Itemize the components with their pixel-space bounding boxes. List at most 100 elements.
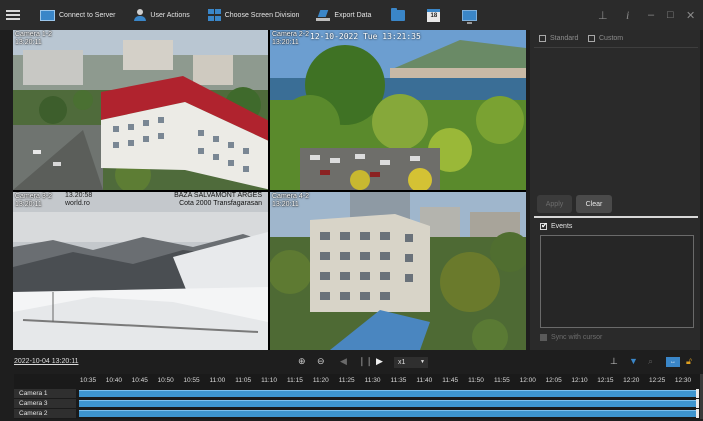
right-panel: Standard Custom Apply Clear Events Sync … <box>530 30 700 350</box>
timeline-tick-label: 11:45 <box>442 377 459 384</box>
pin-button[interactable]: ⊥ <box>598 0 608 30</box>
export-data-button[interactable]: Export Data <box>316 0 371 30</box>
fit-timeline-button[interactable]: ↔ <box>666 357 680 367</box>
pin-icon: ⊥ <box>598 9 608 22</box>
camera-2-view[interactable]: 12-10-2022 Tue 13:21:35 Camera 2-2 13:20… <box>270 30 526 190</box>
sync-checkbox-box <box>540 334 547 341</box>
camera-3-overlay-title: BAZA SALVAMONT ARGES <box>174 192 262 199</box>
track-recording-bar[interactable] <box>79 400 696 407</box>
grid-layout-icon <box>207 9 221 21</box>
camera-4-label: Camera 4-2 13:20:11 <box>272 193 309 209</box>
track-row-camera-3[interactable]: Camera 3 <box>14 399 700 408</box>
camera-3-image <box>13 192 268 350</box>
custom-checkbox-box <box>588 35 595 42</box>
user-actions-button[interactable]: User Actions <box>134 0 190 30</box>
open-folder-button[interactable] <box>391 0 406 30</box>
track-recording-bar[interactable] <box>79 410 696 417</box>
events-checkbox[interactable]: Events <box>540 221 572 230</box>
pause-button[interactable]: ❙❙ <box>358 356 373 367</box>
timeline-tick-label: 11:25 <box>338 377 355 384</box>
timeline-tick-label: 10:55 <box>183 377 200 384</box>
track-row-camera-2[interactable]: Camera 2 <box>14 409 700 418</box>
sync-label: Sync with cursor <box>551 334 603 341</box>
user-actions-label: User Actions <box>150 11 190 19</box>
camera-4-name: Camera 4-2 <box>272 193 309 200</box>
play-button[interactable]: ▶ <box>376 356 383 367</box>
timeline-tick-label: 10:35 <box>79 377 97 384</box>
export-icon <box>316 10 331 21</box>
step-back-button[interactable]: ◀ <box>340 356 347 367</box>
zoom-out-icon: ⊖ <box>317 356 325 366</box>
pin-icon: ⊥ <box>610 356 618 366</box>
info-icon: i <box>626 7 630 22</box>
timeline-tick-label: 12:00 <box>519 377 536 384</box>
track-name: Camera 3 <box>14 399 76 408</box>
timeline-pin-button[interactable]: ⊥ <box>610 356 618 367</box>
events-list[interactable] <box>540 235 694 328</box>
playback-bar: 2022-10-04 13:20:11 ⊕ ⊖ ◀ ❙❙ ▶ x1 ⊥ ▼ ⌕ … <box>0 352 703 372</box>
camera-2-name: Camera 2-2 <box>272 31 309 38</box>
close-button[interactable]: ✕ <box>686 0 695 30</box>
timeline-tick-label: 11:30 <box>364 377 381 384</box>
custom-checkbox[interactable]: Custom <box>588 35 623 42</box>
timeline-tick-label: 11:40 <box>416 377 433 384</box>
minimize-icon: – <box>648 9 655 21</box>
timeline-tick-label: 12:30 <box>674 377 692 384</box>
zoom-out-button[interactable]: ⊖ <box>317 356 325 367</box>
fullscreen-display-button[interactable] <box>462 0 478 30</box>
timeline-tick-label: 11:55 <box>494 377 510 384</box>
sync-with-cursor-checkbox[interactable]: Sync with cursor <box>540 334 602 341</box>
filter-button[interactable]: ▼ <box>629 356 638 366</box>
timeline-tick-label: 11:15 <box>287 377 303 384</box>
camera-1-label: Camera 1-2 13:20:11 <box>15 31 52 47</box>
track-end-marker <box>696 389 699 398</box>
filter-icon: ▼ <box>629 356 638 366</box>
apply-button[interactable]: Apply <box>537 195 572 213</box>
camera-2-overlay-timestamp: 12-10-2022 Tue 13:21:35 <box>310 32 421 41</box>
calendar-button[interactable]: 18 <box>427 0 441 30</box>
camera-3-view[interactable]: 13.20:58 world.ro BAZA SALVAMONT ARGES C… <box>13 192 268 350</box>
camera-4-image <box>270 192 526 350</box>
track-recording-bar[interactable] <box>79 390 696 397</box>
lock-button[interactable]: 🔓︎ <box>686 356 692 367</box>
zoom-in-button[interactable]: ⊕ <box>298 356 306 367</box>
timeline[interactable]: 10:35 10:40 10:45 10:50 10:55 11:00 11:05 11:10… <box>14 374 700 419</box>
maximize-icon: □ <box>667 9 674 21</box>
timeline-tick-label: 11:00 <box>209 377 226 384</box>
connect-to-server-button[interactable]: Connect to Server <box>40 0 115 30</box>
unlock-icon: 🔓︎ <box>686 356 692 366</box>
camera-3-overlay-subtitle: Cota 2000 Transfagarasan <box>179 200 262 207</box>
camera-3-time: 13:20:11 <box>15 201 42 208</box>
timeline-tick-label: 11:50 <box>468 377 484 384</box>
info-button[interactable]: i <box>626 0 629 30</box>
monitor-icon <box>40 9 55 21</box>
camera-4-view[interactable]: Camera 4-2 13:20:11 <box>270 192 526 350</box>
search-button[interactable]: ⌕ <box>648 356 653 367</box>
track-name: Camera 1 <box>14 389 76 398</box>
zoom-in-icon: ⊕ <box>298 356 306 366</box>
user-icon <box>134 9 147 21</box>
standard-label: Standard <box>550 35 579 42</box>
camera-1-view[interactable]: Camera 1-2 13:20:11 <box>13 30 268 190</box>
timeline-tick-label: 11:20 <box>312 377 329 384</box>
minimize-button[interactable]: – <box>648 0 654 30</box>
camera-2-image <box>270 30 526 190</box>
camera-3-name: Camera 3-2 <box>15 193 52 200</box>
events-checkbox-box <box>540 221 548 230</box>
menu-button[interactable] <box>0 0 40 30</box>
custom-label: Custom <box>599 35 624 42</box>
timeline-tick-label: 11:10 <box>261 377 277 384</box>
track-row-camera-1[interactable]: Camera 1 <box>14 389 700 398</box>
maximize-button[interactable]: □ <box>667 0 674 30</box>
standard-checkbox[interactable]: Standard <box>539 35 578 42</box>
playback-speed-select[interactable]: x1 <box>394 357 428 368</box>
camera-3-overlay-time: 13.20:58 <box>65 192 93 199</box>
playback-date[interactable]: 2022-10-04 13:20:11 <box>14 358 78 365</box>
top-divider <box>534 47 698 48</box>
camera-2-time: 13:20:11 <box>272 39 299 46</box>
events-divider <box>534 216 698 218</box>
timeline-tick-label: 12:05 <box>545 377 562 384</box>
clear-button[interactable]: Clear <box>576 195 612 213</box>
pause-icon: ❙❙ <box>358 356 374 366</box>
choose-screen-division-button[interactable]: Choose Screen Division <box>207 0 299 30</box>
